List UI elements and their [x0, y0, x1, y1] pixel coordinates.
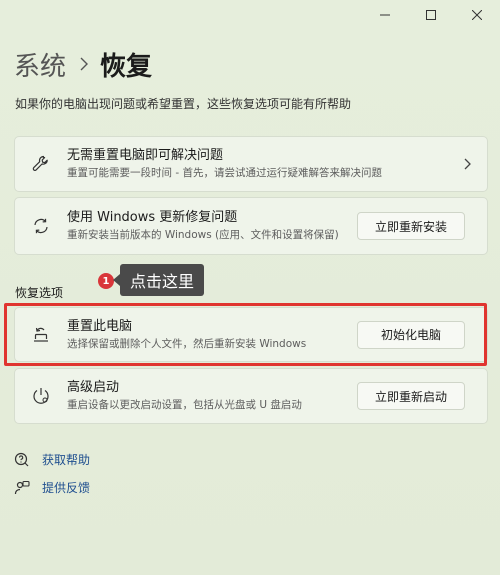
title-bar-controls [362, 0, 500, 30]
feedback-icon [14, 480, 36, 496]
refresh-icon [15, 217, 67, 235]
help-icon [14, 452, 36, 468]
restart-now-button[interactable]: 立即重新启动 [357, 382, 465, 410]
get-help-link[interactable]: 获取帮助 [14, 451, 90, 468]
page-title: 恢复 [100, 51, 153, 82]
reset-pc-button[interactable]: 初始化电脑 [357, 320, 465, 349]
breadcrumb: 系统 恢复 [14, 44, 152, 84]
windows-update-repair-card: 使用 Windows 更新修复问题 重新安装当前版本的 Windows (应用、… [14, 197, 488, 255]
maximize-icon [426, 10, 436, 20]
reinstall-now-button[interactable]: 立即重新安装 [357, 212, 465, 240]
page-description: 如果你的电脑出现问题或希望重置，这些恢复选项可能有所帮助 [15, 97, 352, 111]
reset-pc-icon [15, 326, 67, 344]
close-button[interactable] [454, 0, 500, 30]
reset-pc-desc: 选择保留或删除个人文件，然后重新安装 Windows [67, 337, 307, 350]
breadcrumb-parent-system[interactable]: 系统 [14, 46, 66, 83]
settings-window: 系统 恢复 如果你的电脑出现问题或希望重置，这些恢复选项可能有所帮助 无需重置电… [0, 0, 500, 575]
chevron-right-icon [80, 57, 89, 71]
reset-pc-text: 重置此电脑 选择保留或删除个人文件，然后重新安装 Windows [67, 318, 357, 352]
troubleshoot-title: 无需重置电脑即可解决问题 [67, 148, 224, 163]
minimize-button[interactable] [362, 0, 408, 30]
windows-update-text: 使用 Windows 更新修复问题 重新安装当前版本的 Windows (应用、… [67, 209, 357, 243]
give-feedback-label: 提供反馈 [42, 481, 91, 495]
troubleshoot-text: 无需重置电脑即可解决问题 重置可能需要一段时间 - 首先，请尝试通过运行疑难解答… [67, 147, 447, 181]
chevron-right-icon [447, 158, 487, 170]
maximize-button[interactable] [408, 0, 454, 30]
windows-update-desc: 重新安装当前版本的 Windows (应用、文件和设置将保留) [67, 229, 339, 241]
minimize-icon [380, 14, 390, 16]
advanced-startup-icon [15, 386, 67, 406]
reset-pc-title: 重置此电脑 [67, 318, 133, 334]
recovery-options-heading: 恢复选项 [15, 286, 64, 300]
step-badge: 1 [98, 273, 114, 289]
troubleshoot-desc: 重置可能需要一段时间 - 首先，请尝试通过运行疑难解答来解决问题 [67, 167, 382, 179]
get-help-label: 获取帮助 [42, 453, 91, 467]
reset-pc-card: 重置此电脑 选择保留或删除个人文件，然后重新安装 Windows 初始化电脑 [14, 307, 488, 362]
advanced-startup-text: 高级启动 重启设备以更改启动设置，包括从光盘或 U 盘启动 [67, 379, 357, 413]
windows-update-title: 使用 Windows 更新修复问题 [67, 210, 238, 225]
wrench-icon [15, 155, 67, 173]
advanced-startup-desc: 重启设备以更改启动设置，包括从光盘或 U 盘启动 [67, 399, 302, 411]
advanced-startup-title: 高级启动 [67, 380, 120, 395]
close-icon [472, 10, 482, 20]
give-feedback-link[interactable]: 提供反馈 [14, 479, 90, 496]
click-here-tooltip: 点击这里 [112, 264, 205, 296]
troubleshoot-card[interactable]: 无需重置电脑即可解决问题 重置可能需要一段时间 - 首先，请尝试通过运行疑难解答… [14, 136, 488, 192]
advanced-startup-card: 高级启动 重启设备以更改启动设置，包括从光盘或 U 盘启动 立即重新启动 [14, 368, 488, 424]
